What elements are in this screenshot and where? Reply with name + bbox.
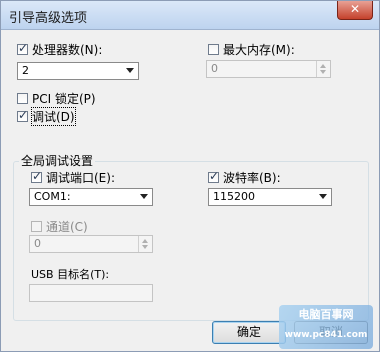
close-icon: ✕ xyxy=(349,2,361,16)
channel-spinner[interactable]: 0 xyxy=(29,235,153,253)
chevron-down-icon xyxy=(140,194,148,199)
channel-check-icon xyxy=(31,221,42,232)
processors-value: 2 xyxy=(22,64,29,77)
close-button[interactable]: ✕ xyxy=(337,1,373,20)
debug-port-label: 调试端口(E): xyxy=(46,171,115,185)
boot-advanced-options-dialog: 引导高级选项 ✕ 处理器数(N): 2 最大内存(M): 0 PCI 锁定(P)… xyxy=(0,0,380,352)
chevron-down-icon xyxy=(126,68,134,73)
max-memory-check-icon xyxy=(208,44,219,55)
debug-checkbox[interactable]: 调试(D) xyxy=(17,107,76,126)
watermark-line-2: www.pc841.com xyxy=(284,330,368,340)
debug-port-check-icon xyxy=(31,169,42,183)
chevron-down-icon xyxy=(319,194,327,199)
debug-check-icon xyxy=(17,108,28,122)
debug-port-select[interactable]: COM1: xyxy=(29,188,153,206)
max-memory-spinner[interactable]: 0 xyxy=(206,60,331,78)
debug-label: 调试(D) xyxy=(31,107,76,126)
baud-rate-select[interactable]: 115200 xyxy=(208,188,332,206)
usb-target-label: USB 目标名(T): xyxy=(31,268,110,281)
watermark-line-1: 电脑百事网 xyxy=(298,308,354,321)
processors-check-icon xyxy=(17,41,28,55)
spin-down-icon xyxy=(142,245,148,249)
pci-lock-label: PCI 锁定(P) xyxy=(32,92,96,106)
baud-rate-checkbox[interactable]: 波特率(B): xyxy=(208,169,281,186)
watermark-logo: 电脑百事网 www.pc841.com xyxy=(279,305,373,349)
max-memory-label: 最大内存(M): xyxy=(223,43,295,57)
spinner-buttons[interactable] xyxy=(138,236,152,252)
debug-port-value: COM1: xyxy=(34,190,71,203)
pci-lock-checkbox[interactable]: PCI 锁定(P) xyxy=(17,90,96,107)
processors-label: 处理器数(N): xyxy=(32,43,103,57)
processors-checkbox[interactable]: 处理器数(N): xyxy=(17,41,102,58)
channel-label: 通道(C) xyxy=(46,220,88,234)
max-memory-checkbox[interactable]: 最大内存(M): xyxy=(208,41,295,58)
spin-down-icon xyxy=(320,70,326,74)
window-title: 引导高级选项 xyxy=(9,11,88,26)
baud-rate-check-icon xyxy=(208,169,219,183)
spin-up-icon xyxy=(142,239,148,243)
spin-up-icon xyxy=(320,64,326,68)
title-bar[interactable]: 引导高级选项 ✕ xyxy=(1,1,379,30)
global-debug-title: 全局调试设置 xyxy=(19,152,96,169)
ok-button[interactable]: 确定 xyxy=(212,321,286,344)
ok-button-label: 确定 xyxy=(236,325,261,339)
usb-target-input[interactable] xyxy=(29,284,153,302)
max-memory-value: 0 xyxy=(211,62,218,75)
channel-checkbox[interactable]: 通道(C) xyxy=(31,218,88,235)
processors-select[interactable]: 2 xyxy=(17,62,139,80)
channel-value: 0 xyxy=(34,237,41,250)
debug-port-checkbox[interactable]: 调试端口(E): xyxy=(31,169,115,186)
baud-rate-label: 波特率(B): xyxy=(223,171,281,185)
spinner-buttons[interactable] xyxy=(316,61,330,77)
baud-rate-value: 115200 xyxy=(213,190,255,203)
pci-lock-check-icon xyxy=(17,93,28,104)
